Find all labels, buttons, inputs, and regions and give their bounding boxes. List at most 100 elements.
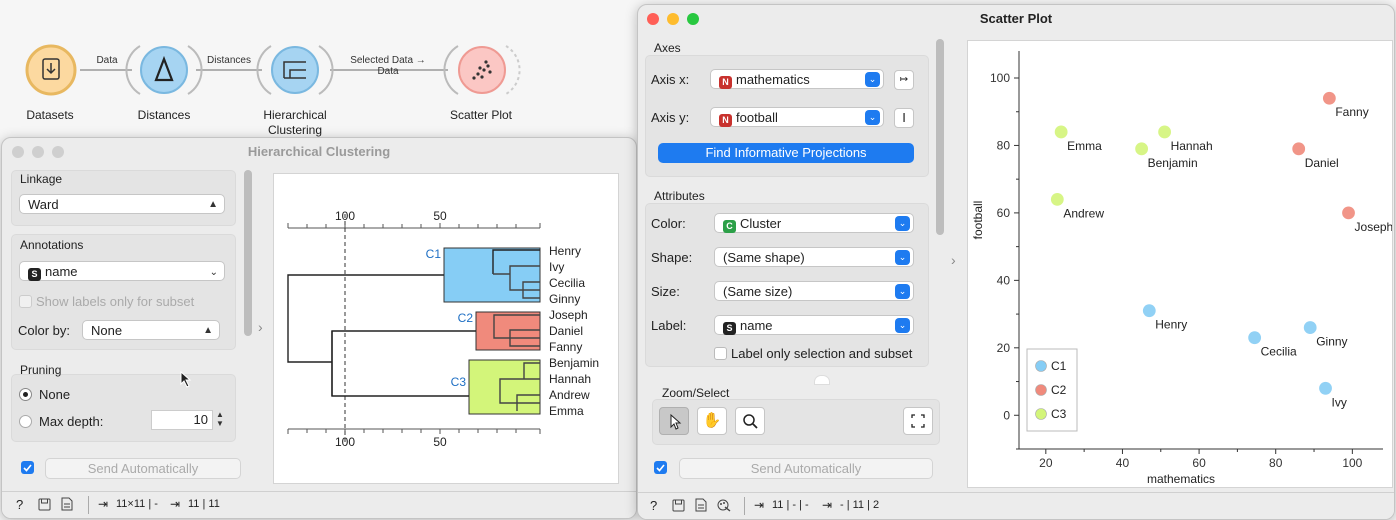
close-window-button[interactable] bbox=[647, 13, 659, 25]
distances-node[interactable] bbox=[125, 45, 203, 95]
scatter-plot-svg[interactable]: 20 40 60 80 100 0 20 40 60 80 100 mathematics footba… bbox=[968, 41, 1393, 487]
pruning-none-radio[interactable] bbox=[19, 388, 32, 401]
save-icon[interactable] bbox=[672, 499, 685, 512]
show-labels-subset-label: Show labels only for subset bbox=[36, 294, 195, 309]
leaf-label: Benjamin bbox=[549, 356, 599, 370]
dendrogram-svg[interactable]: 100 50 100 50 C1 C2 C3 Henry Ivy Cecilia… bbox=[274, 174, 618, 483]
axis-x-label: Axis x: bbox=[651, 72, 690, 87]
scatter-plot-area[interactable]: 20 40 60 80 100 0 20 40 60 80 100 mathematics footba… bbox=[967, 40, 1393, 488]
linkage-section-label: Linkage bbox=[20, 172, 63, 186]
max-depth-stepper[interactable]: ▲ ▼ bbox=[214, 410, 226, 430]
dendrogram-panel[interactable]: 100 50 100 50 C1 C2 C3 Henry Ivy Cecilia… bbox=[273, 173, 619, 484]
zoom-window-button[interactable] bbox=[52, 146, 64, 158]
chevron-down-icon: ⌄ bbox=[865, 72, 880, 87]
updown-chevron-icon: ▲ bbox=[208, 199, 218, 210]
cluster-label-c1: C1 bbox=[426, 247, 442, 261]
distances-node-label: Distances bbox=[137, 108, 191, 122]
x-tick-label: 40 bbox=[1116, 456, 1130, 470]
magnifier-icon bbox=[743, 414, 758, 429]
collapse-panel-chevron-icon[interactable]: › bbox=[258, 319, 263, 335]
cluster-c3-region[interactable] bbox=[468, 359, 541, 415]
shape-select[interactable]: (Same shape) ⌄ bbox=[714, 247, 914, 267]
color-by-select[interactable]: None ▲ bbox=[82, 320, 220, 340]
shape-label: Shape: bbox=[651, 250, 693, 265]
minimize-window-button[interactable] bbox=[667, 13, 679, 25]
help-icon[interactable]: ? bbox=[16, 497, 23, 512]
point-label: Ginny bbox=[1316, 335, 1347, 349]
data-point[interactable] bbox=[1302, 319, 1318, 336]
scatter-plot-node[interactable] bbox=[443, 45, 521, 95]
data-point[interactable] bbox=[1053, 124, 1069, 140]
pruning-max-depth-radio[interactable] bbox=[19, 415, 32, 428]
point-label: Emma bbox=[1067, 139, 1102, 153]
cluster-c2-region[interactable] bbox=[475, 311, 541, 351]
controls-scrollbar[interactable] bbox=[936, 39, 944, 235]
data-point[interactable] bbox=[1157, 124, 1173, 140]
leaf-label: Ivy bbox=[549, 260, 564, 274]
color-select[interactable]: C Cluster ⌄ bbox=[714, 213, 914, 233]
linkage-select[interactable]: Ward ▲ bbox=[19, 194, 225, 214]
help-icon[interactable]: ? bbox=[650, 498, 657, 513]
mouse-cursor-icon bbox=[180, 371, 192, 388]
pan-tool-button[interactable]: ✋ bbox=[697, 407, 727, 435]
datasets-node[interactable] bbox=[25, 44, 77, 96]
data-point[interactable] bbox=[1340, 205, 1357, 221]
legend-label: C2 bbox=[1051, 383, 1067, 397]
controls-scrollbar[interactable] bbox=[244, 170, 252, 336]
annotations-section-label: Annotations bbox=[20, 238, 84, 252]
label-only-subset-checkbox[interactable] bbox=[714, 347, 727, 360]
splitter-handle[interactable] bbox=[814, 375, 830, 385]
updown-chevron-icon: ▲ bbox=[203, 325, 213, 336]
legend-label: C1 bbox=[1051, 359, 1067, 373]
leaf-label: Emma bbox=[549, 404, 584, 418]
close-window-button[interactable] bbox=[12, 146, 24, 158]
reset-zoom-button[interactable] bbox=[903, 407, 933, 435]
point-label: Cecilia bbox=[1261, 345, 1297, 359]
visual-settings-icon[interactable] bbox=[716, 498, 732, 512]
link-label-selected-data: Selected Data → Data bbox=[350, 55, 426, 77]
zoom-window-button[interactable] bbox=[687, 13, 699, 25]
label-select[interactable]: Sname ⌄ bbox=[714, 315, 914, 335]
pruning-none-label: None bbox=[39, 387, 71, 402]
data-point[interactable] bbox=[1134, 141, 1150, 157]
jitter-x-button[interactable]: ↦ bbox=[894, 70, 914, 90]
data-point[interactable] bbox=[1141, 303, 1157, 319]
hand-icon: ✋ bbox=[702, 412, 722, 429]
zoom-tool-button[interactable] bbox=[735, 407, 765, 435]
size-select[interactable]: (Same size) ⌄ bbox=[714, 281, 914, 301]
cluster-c1-region[interactable] bbox=[443, 247, 541, 303]
leaf-label: Ginny bbox=[549, 292, 580, 306]
find-informative-projections-button[interactable]: Find Informative Projections bbox=[658, 143, 914, 163]
annotations-select-value: name bbox=[45, 264, 78, 279]
data-point[interactable] bbox=[1317, 380, 1334, 396]
legend-swatch bbox=[1035, 408, 1047, 420]
chevron-down-icon: ⌄ bbox=[209, 267, 218, 278]
save-icon[interactable] bbox=[38, 498, 51, 511]
select-tool-button[interactable] bbox=[659, 407, 689, 435]
axis-x-select[interactable]: Nmathematics ⌄ bbox=[710, 69, 884, 89]
show-labels-subset-checkbox[interactable] bbox=[19, 295, 32, 308]
hierarchical-clustering-node-label: Hierarchical Clustering bbox=[263, 108, 327, 137]
annotations-select[interactable]: Sname ⌄ bbox=[19, 261, 225, 281]
dendrogram-bottom-axis bbox=[287, 428, 541, 434]
hierarchical-clustering-node[interactable] bbox=[256, 45, 334, 95]
data-point[interactable] bbox=[1321, 90, 1337, 106]
max-depth-spinbox[interactable]: 10 bbox=[151, 410, 213, 430]
collapse-panel-chevron-icon[interactable]: › bbox=[951, 252, 956, 268]
send-automatically-checkbox[interactable] bbox=[21, 461, 34, 474]
report-icon[interactable] bbox=[695, 498, 707, 512]
axis-y-select[interactable]: Nfootball ⌄ bbox=[710, 107, 884, 127]
data-point[interactable] bbox=[1247, 330, 1263, 346]
input-arrow-icon: ⇥ bbox=[754, 498, 765, 512]
minimize-window-button[interactable] bbox=[32, 146, 44, 158]
data-point[interactable] bbox=[1291, 141, 1307, 157]
report-icon[interactable] bbox=[61, 497, 73, 511]
legend-swatch bbox=[1035, 384, 1047, 396]
send-automatically-button[interactable]: Send Automatically bbox=[45, 458, 241, 479]
send-automatically-button[interactable]: Send Automatically bbox=[679, 458, 933, 479]
sp-window-title: Scatter Plot bbox=[979, 11, 1053, 26]
jitter-y-button[interactable]: I bbox=[894, 108, 914, 128]
send-automatically-checkbox[interactable] bbox=[654, 461, 667, 474]
data-point[interactable] bbox=[1049, 191, 1065, 208]
legend-label: C3 bbox=[1051, 407, 1067, 421]
